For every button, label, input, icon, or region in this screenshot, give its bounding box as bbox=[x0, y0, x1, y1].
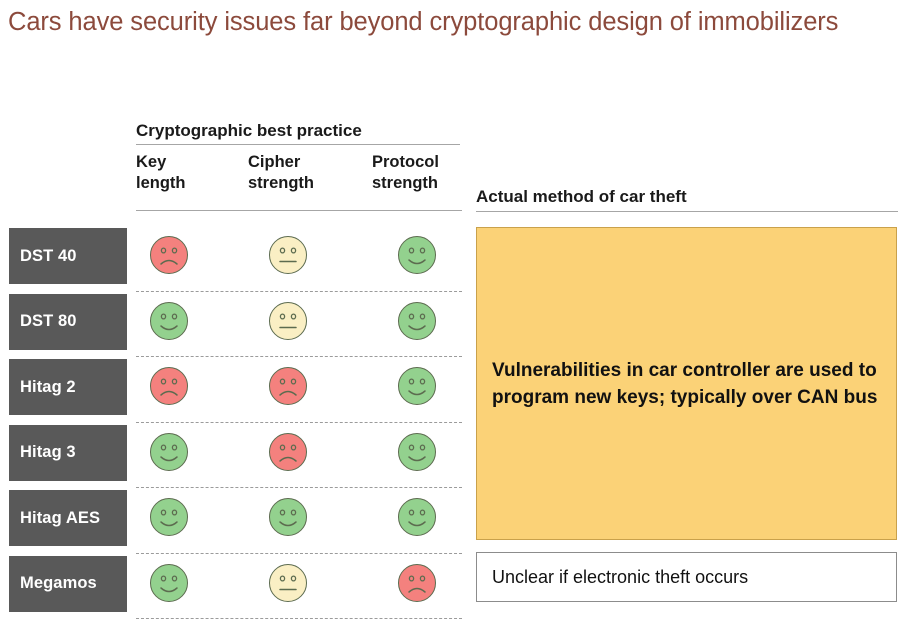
table-row: Hitag 2 bbox=[0, 356, 465, 422]
column-headers: Key length Cipher strength Protocol strength bbox=[136, 152, 462, 194]
actual-method-header: Actual method of car theft bbox=[476, 186, 898, 212]
row-divider bbox=[136, 552, 462, 554]
row-divider bbox=[136, 618, 462, 619]
callout-text: Vulnerabilities in car controller are us… bbox=[492, 359, 878, 408]
page-title: Cars have security issues far beyond cry… bbox=[8, 8, 839, 36]
row-divider bbox=[136, 421, 462, 423]
note-box: Unclear if electronic theft occurs bbox=[476, 552, 897, 602]
actual-method-label: Actual method of car theft bbox=[476, 187, 687, 206]
table-row: Hitag AES bbox=[0, 487, 465, 553]
row-divider bbox=[136, 290, 462, 292]
smiley-happy-icon bbox=[268, 497, 308, 537]
row-label-hitag-2: Hitag 2 bbox=[9, 359, 127, 415]
column-header-key-length: Key length bbox=[136, 153, 186, 192]
smiley-happy-icon bbox=[397, 432, 437, 472]
smiley-happy-icon bbox=[397, 301, 437, 341]
row-divider bbox=[136, 356, 462, 357]
smiley-neutral-icon bbox=[268, 563, 308, 603]
smiley-sad-icon bbox=[149, 366, 189, 406]
smiley-sad-icon bbox=[149, 235, 189, 275]
smiley-sad-icon bbox=[397, 563, 437, 603]
smiley-happy-icon bbox=[397, 497, 437, 537]
column-headers-rule bbox=[136, 210, 462, 211]
column-header-protocol-strength: Protocol strength bbox=[372, 153, 439, 192]
smiley-happy-icon bbox=[149, 563, 189, 603]
row-label-hitag-aes: Hitag AES bbox=[9, 490, 127, 546]
smiley-sad-icon bbox=[268, 366, 308, 406]
column-group-rule bbox=[136, 144, 460, 145]
column-header-cipher-strength: Cipher strength bbox=[248, 153, 314, 192]
smiley-happy-icon bbox=[397, 235, 437, 275]
smiley-happy-icon bbox=[149, 301, 189, 341]
note-text: Unclear if electronic theft occurs bbox=[492, 566, 749, 587]
smiley-sad-icon bbox=[268, 432, 308, 472]
callout-box: Vulnerabilities in car controller are us… bbox=[476, 227, 897, 540]
table-row: Hitag 3 bbox=[0, 421, 465, 488]
row-label-dst-80: DST 80 bbox=[9, 293, 127, 350]
smiley-happy-icon bbox=[149, 432, 189, 472]
row-divider bbox=[136, 487, 462, 488]
column-group-header: Cryptographic best practice bbox=[136, 120, 460, 145]
smiley-neutral-icon bbox=[268, 235, 308, 275]
row-label-hitag-3: Hitag 3 bbox=[9, 424, 127, 481]
column-group-label: Cryptographic best practice bbox=[136, 121, 362, 140]
row-label-dst-40: DST 40 bbox=[9, 228, 127, 284]
actual-method-rule bbox=[476, 211, 898, 212]
row-label-megamos: Megamos bbox=[9, 555, 127, 612]
smiley-happy-icon bbox=[149, 497, 189, 537]
table-row: Megamos bbox=[0, 552, 465, 619]
ratings-matrix: DST 40 DST 80 Hitag 2 Hitag 3 Hitag AES Megam… bbox=[0, 225, 465, 619]
table-row: DST 40 bbox=[0, 225, 465, 291]
table-row: DST 80 bbox=[0, 290, 465, 357]
smiley-neutral-icon bbox=[268, 301, 308, 341]
smiley-happy-icon bbox=[397, 366, 437, 406]
